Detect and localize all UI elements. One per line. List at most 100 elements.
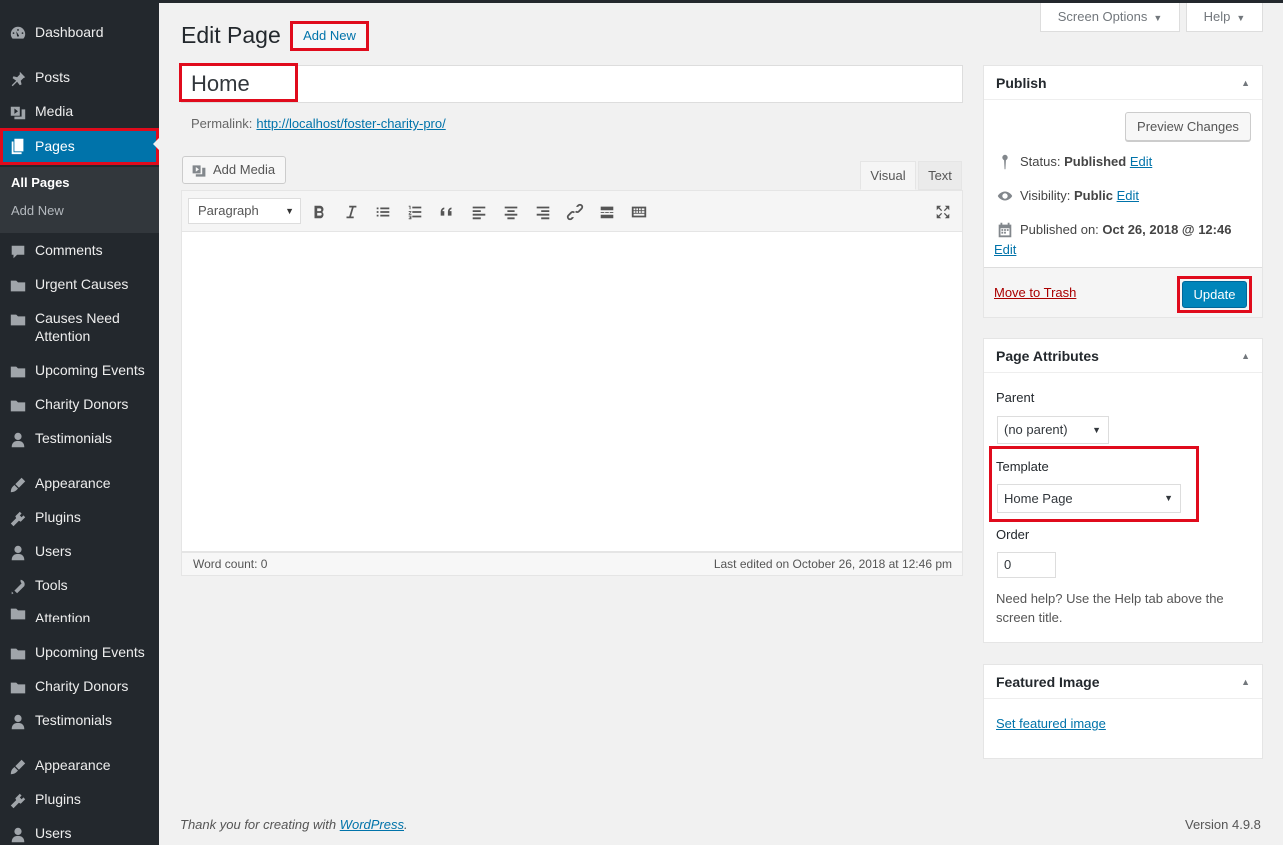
help-button[interactable]: Help ▼ — [1186, 3, 1263, 32]
add-new-button[interactable]: Add New — [290, 21, 369, 51]
italic-button[interactable] — [340, 201, 362, 223]
sidebar-item-plugins-2[interactable]: Plugins — [0, 790, 159, 810]
parent-select[interactable]: (no parent) ▼ — [997, 416, 1109, 444]
sidebar-item-urgent-causes[interactable]: Urgent Causes — [0, 275, 159, 295]
select-arrow-icon: ▼ — [1092, 425, 1101, 435]
blockquote-button[interactable] — [436, 201, 458, 223]
insert-link-button[interactable] — [564, 201, 586, 223]
sidebar-label: Causes Need Attention — [35, 310, 120, 344]
italic-icon — [346, 205, 357, 219]
format-select-value: Paragraph — [198, 203, 259, 218]
quote-icon — [440, 207, 452, 216]
collapse-arrow-icon[interactable]: ▲ — [1241, 66, 1250, 100]
sidebar-item-testimonials-2[interactable]: Testimonials — [0, 711, 159, 731]
sidebar-label: Appearance — [35, 475, 111, 491]
sidebar-item-tools[interactable]: Tools — [0, 576, 159, 596]
permalink-link[interactable]: http://localhost/foster-charity-pro/ — [256, 116, 445, 131]
brush-icon — [8, 475, 28, 495]
sidebar-item-charity-donors-2[interactable]: Charity Donors — [0, 677, 159, 697]
order-input[interactable]: 0 — [997, 552, 1056, 578]
sidebar-item-users[interactable]: Users — [0, 542, 159, 562]
status-label: Status: — [1020, 154, 1061, 169]
parent-label: Parent — [996, 390, 1035, 405]
permalink-row: Permalink: http://localhost/foster-charit… — [191, 116, 446, 131]
collapse-arrow-icon[interactable]: ▲ — [1241, 339, 1250, 373]
numbered-list-button[interactable] — [404, 201, 426, 223]
format-select[interactable]: Paragraph ▼ — [188, 198, 301, 224]
title-field-wrap — [181, 65, 963, 103]
content-textarea[interactable] — [181, 232, 963, 552]
set-featured-image-link[interactable]: Set featured image — [996, 716, 1106, 731]
submenu-all-pages[interactable]: All Pages — [11, 175, 70, 190]
keyboard-icon — [631, 206, 647, 218]
page-attributes-help: Need help? Use the Help tab above the sc… — [996, 591, 1224, 625]
sidebar-item-attention[interactable]: Attention — [0, 608, 159, 622]
sidebar-item-upcoming-events[interactable]: Upcoming Events — [0, 361, 159, 381]
bullet-list-button[interactable] — [372, 201, 394, 223]
editor-toolbar: Paragraph ▼ — [181, 190, 963, 232]
post-title-input[interactable] — [182, 66, 297, 102]
collapse-arrow-icon[interactable]: ▲ — [1241, 665, 1250, 699]
preview-changes-button[interactable]: Preview Changes — [1125, 112, 1251, 141]
screen-options-label: Screen Options — [1057, 9, 1148, 24]
publish-heading[interactable]: Publish ▲ — [984, 66, 1262, 100]
featured-image-heading[interactable]: Featured Image ▲ — [984, 665, 1262, 699]
footer-thanks-suffix: . — [404, 817, 408, 832]
sidebar-item-charity-donors[interactable]: Charity Donors — [0, 395, 159, 415]
publish-actions: Move to Trash Update — [984, 267, 1262, 317]
sidebar-item-posts[interactable]: Posts — [0, 68, 159, 88]
tab-visual[interactable]: Visual — [860, 161, 916, 190]
footer-thanks-text: Thank you for creating with — [180, 817, 337, 832]
media-buttons-row: Add Media Visual Text — [181, 136, 963, 190]
plugin-icon — [8, 791, 28, 811]
sidebar-label: Users — [35, 543, 72, 559]
sidebar-item-plugins[interactable]: Plugins — [0, 508, 159, 528]
edit-status-link[interactable]: Edit — [1130, 154, 1152, 169]
user-icon — [8, 825, 28, 845]
caret-down-icon: ▼ — [1153, 13, 1163, 23]
align-right-button[interactable] — [532, 201, 554, 223]
wordpress-link[interactable]: WordPress — [340, 817, 404, 832]
move-to-trash-link[interactable]: Move to Trash — [994, 285, 1076, 300]
sidebar-item-dashboard[interactable]: Dashboard — [0, 23, 159, 43]
sidebar-label: Comments — [35, 242, 103, 258]
link-icon — [566, 203, 584, 221]
bold-button[interactable] — [308, 201, 330, 223]
add-media-button[interactable]: Add Media — [182, 156, 286, 184]
sidebar-item-appearance[interactable]: Appearance — [0, 474, 159, 494]
sidebar-label: Media — [35, 103, 74, 119]
sidebar-item-testimonials[interactable]: Testimonials — [0, 429, 159, 449]
folder-icon — [8, 396, 28, 416]
edit-visibility-link[interactable]: Edit — [1117, 188, 1139, 203]
sidebar-item-comments[interactable]: Comments — [0, 241, 159, 261]
page-attributes-box: Page Attributes ▲ Parent (no parent) ▼ T… — [983, 338, 1263, 643]
screen-options-button[interactable]: Screen Options ▼ — [1040, 3, 1180, 32]
brush-icon — [8, 757, 28, 777]
align-center-button[interactable] — [500, 201, 522, 223]
sidebar-label: Testimonials — [35, 430, 113, 446]
sidebar-item-causes-need-attention[interactable]: Causes Need Attention — [0, 309, 159, 347]
toolbar-toggle-button[interactable] — [628, 201, 650, 223]
user-icon — [8, 712, 28, 732]
fullscreen-button[interactable] — [932, 201, 954, 223]
template-select[interactable]: Home Page ▼ — [997, 484, 1181, 513]
sidebar-label: Appearance — [35, 757, 111, 773]
align-left-icon — [472, 206, 486, 220]
sidebar-label: Tools — [35, 577, 68, 593]
sidebar-item-appearance-2[interactable]: Appearance — [0, 756, 159, 776]
sidebar-item-users-2[interactable]: Users — [0, 824, 159, 844]
edit-date-link[interactable]: Edit — [994, 242, 1016, 257]
tab-text[interactable]: Text — [918, 161, 962, 190]
sidebar-label: Testimonials — [35, 712, 113, 728]
sidebar-item-pages[interactable]: Pages — [0, 128, 159, 165]
align-left-button[interactable] — [468, 201, 490, 223]
page-attributes-heading[interactable]: Page Attributes ▲ — [984, 339, 1262, 373]
sidebar-item-media[interactable]: Media — [0, 102, 159, 122]
submenu-add-new[interactable]: Add New — [11, 203, 64, 218]
read-more-button[interactable] — [596, 201, 618, 223]
sidebar-label: Urgent Causes — [35, 276, 129, 292]
sidebar-label: Upcoming Events — [35, 644, 145, 660]
sidebar-item-upcoming-events-2[interactable]: Upcoming Events — [0, 643, 159, 663]
update-button[interactable]: Update — [1182, 281, 1247, 308]
pages-submenu: All Pages Add New — [0, 167, 159, 233]
